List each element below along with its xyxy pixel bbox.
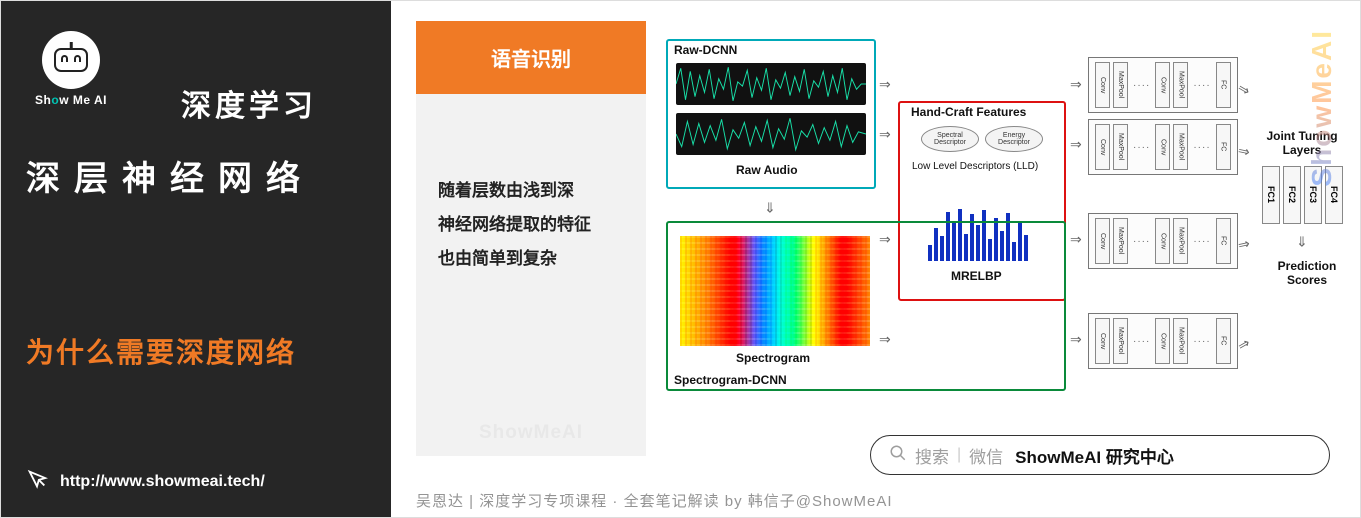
search-icon <box>889 444 907 467</box>
ellipsis-icon: ···· <box>1131 142 1152 153</box>
cnn-block-3: Conv MaxPool ···· Conv MaxPool ···· FC <box>1088 213 1238 269</box>
layer-fc: FC <box>1216 62 1231 108</box>
logo: Show Me AI <box>26 31 116 107</box>
layer-conv: Conv <box>1095 124 1110 170</box>
layer-pool: MaxPool <box>1173 218 1188 264</box>
ellipsis-icon: ···· <box>1191 236 1212 247</box>
robot-icon <box>54 48 88 72</box>
cnn-block-4: Conv MaxPool ···· Conv MaxPool ···· FC <box>1088 313 1238 369</box>
course-title: 深度学习 <box>181 81 317 125</box>
slide-caption: 吴恩达 | 深度学习专项课程 · 全套笔记解读 by 韩信子@ShowMeAI <box>416 490 893 511</box>
layer-pool: MaxPool <box>1173 62 1188 108</box>
waveform-1 <box>676 63 866 105</box>
search-brand: ShowMeAI 研究中心 <box>1015 443 1174 468</box>
card-line-3: 也由简单到复杂 <box>438 242 624 276</box>
ellipsis-icon: ···· <box>1191 80 1212 91</box>
slide: Show Me AI 深度学习 深层神经网络 为什么需要深度网络 http://… <box>0 0 1361 518</box>
ellipsis-icon: ···· <box>1131 236 1152 247</box>
logo-text: Show Me AI <box>35 93 107 107</box>
ellipsis-icon: ···· <box>1191 142 1212 153</box>
layer-conv: Conv <box>1095 318 1110 364</box>
search-label-1: 搜索 <box>915 443 949 468</box>
hand-craft-label: Hand-Craft Features <box>911 105 1026 119</box>
arrow-icon: ⇒ <box>879 331 891 348</box>
arrow-icon: ⇒ <box>879 76 891 93</box>
vertical-watermark: ShowMeAI <box>1306 29 1338 187</box>
cnn-block-1: Conv MaxPool ···· Conv MaxPool ···· FC <box>1088 57 1238 113</box>
lld-descriptors: Spectral Descriptor Energy Descriptor <box>898 126 1066 152</box>
arrow-down-icon: ⇒ <box>1293 236 1310 248</box>
raw-audio-label: Raw Audio <box>736 163 798 177</box>
ellipsis-icon: ···· <box>1131 336 1152 347</box>
spectrogram-label: Spectrogram <box>736 351 810 365</box>
card-header: 语音识别 <box>416 21 646 94</box>
layer-fc1: FC1 <box>1262 166 1280 224</box>
section-title: 为什么需要深度网络 <box>26 331 366 371</box>
divider: | <box>957 446 961 464</box>
chapter-title: 深层神经网络 <box>26 151 366 200</box>
website-url: http://www.showmeai.tech/ <box>60 473 265 491</box>
layer-fc: FC <box>1216 124 1231 170</box>
layer-pool: MaxPool <box>1173 318 1188 364</box>
search-label-2: 微信 <box>969 443 1003 468</box>
arrow-icon: ⇒ <box>879 231 891 248</box>
spectral-descriptor: Spectral Descriptor <box>921 126 979 152</box>
layer-conv: Conv <box>1095 62 1110 108</box>
spectrogram-image <box>680 236 870 346</box>
cursor-icon <box>26 468 48 495</box>
card-line-2: 神经网络提取的特征 <box>438 208 624 242</box>
layer-pool: MaxPool <box>1113 62 1128 108</box>
lld-label: Low Level Descriptors (LLD) <box>912 161 1038 172</box>
layer-conv: Conv <box>1155 218 1170 264</box>
search-prompt: 搜索 | 微信 ShowMeAI 研究中心 <box>870 435 1330 475</box>
spectrogram-dcnn-label: Spectrogram-DCNN <box>674 373 787 387</box>
architecture-diagram: Raw-DCNN Raw Audio ⇒ ⇒ ⇒ Hand-Craft Feat… <box>666 21 1335 421</box>
layer-pool: MaxPool <box>1113 218 1128 264</box>
energy-descriptor: Energy Descriptor <box>985 126 1043 152</box>
layer-pool: MaxPool <box>1173 124 1188 170</box>
layer-conv: Conv <box>1155 318 1170 364</box>
website-link[interactable]: http://www.showmeai.tech/ <box>26 468 265 495</box>
ellipsis-icon: ···· <box>1191 336 1212 347</box>
raw-dcnn-label: Raw-DCNN <box>674 43 737 57</box>
logo-text-post: w Me AI <box>59 93 107 107</box>
layer-fc2: FC2 <box>1283 166 1301 224</box>
prediction-label: Prediction Scores <box>1268 259 1346 287</box>
layer-pool: MaxPool <box>1113 124 1128 170</box>
layer-conv: Conv <box>1095 218 1110 264</box>
arrow-icon: ⇒ <box>1070 76 1082 93</box>
waveform-2 <box>676 113 866 155</box>
logo-text-pre: Sh <box>35 93 51 107</box>
arrow-icon: ⇒ <box>1070 231 1082 248</box>
layer-conv: Conv <box>1155 62 1170 108</box>
card-line-1: 随着层数由浅到深 <box>438 174 624 208</box>
layer-fc: FC <box>1216 218 1231 264</box>
logo-icon <box>42 31 100 89</box>
arrow-icon: ⇒ <box>1236 235 1251 254</box>
card-body: 随着层数由浅到深 神经网络提取的特征 也由简单到复杂 <box>416 94 646 276</box>
arrow-icon: ⇒ <box>1070 331 1082 348</box>
arrow-icon: ⇒ <box>1070 136 1082 153</box>
sidebar: Show Me AI 深度学习 深层神经网络 为什么需要深度网络 http://… <box>1 1 391 517</box>
layer-conv: Conv <box>1155 124 1170 170</box>
arrow-icon: ⇒ <box>879 126 891 143</box>
arrow-icon: ⇒ <box>1236 142 1251 161</box>
cnn-block-2: Conv MaxPool ···· Conv MaxPool ···· FC <box>1088 119 1238 175</box>
main-panel: 语音识别 随着层数由浅到深 神经网络提取的特征 也由简单到复杂 ShowMeAI… <box>391 1 1360 517</box>
card-watermark: ShowMeAI <box>416 422 646 444</box>
ellipsis-icon: ···· <box>1131 80 1152 91</box>
layer-pool: MaxPool <box>1113 318 1128 364</box>
info-card: 语音识别 随着层数由浅到深 神经网络提取的特征 也由简单到复杂 ShowMeAI <box>416 21 646 456</box>
layer-fc: FC <box>1216 318 1231 364</box>
arrow-down-icon: ⇒ <box>761 202 778 214</box>
